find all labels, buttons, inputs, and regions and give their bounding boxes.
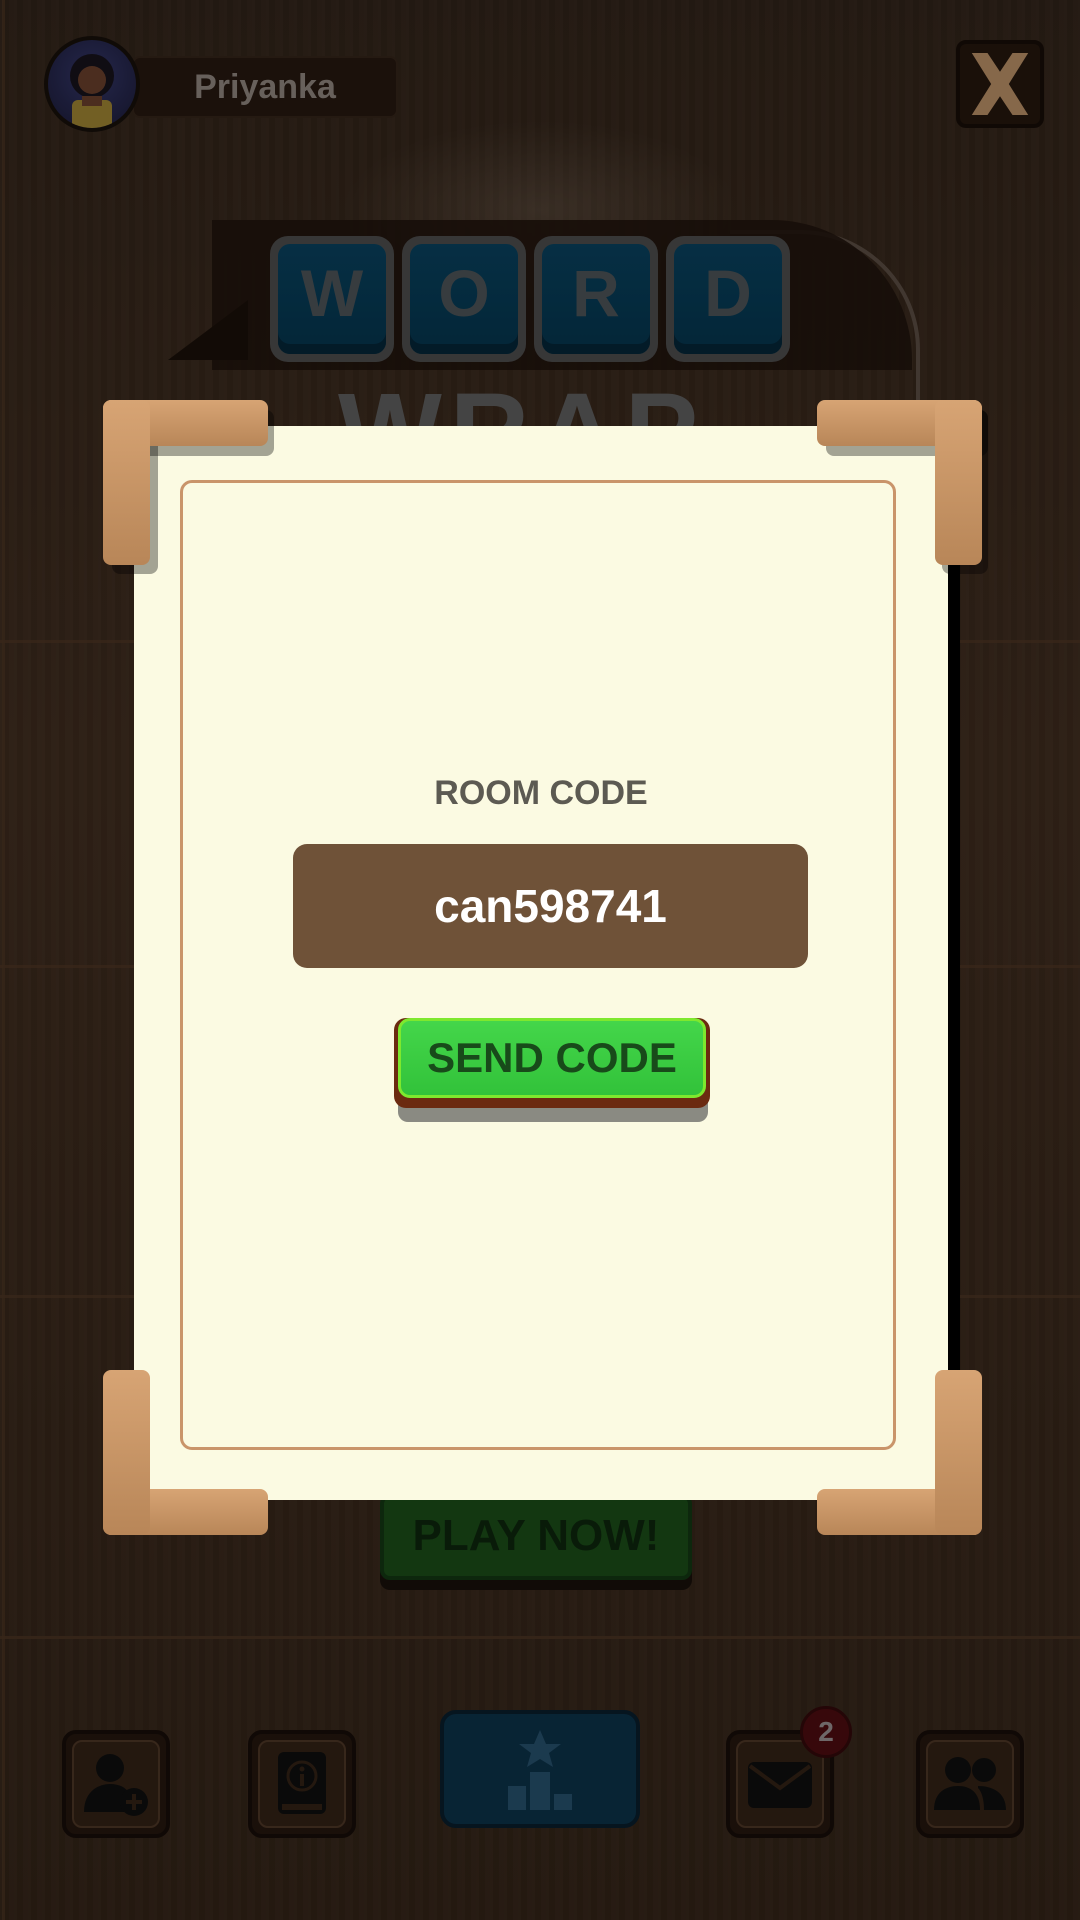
corner-bracket (103, 400, 150, 565)
corner-bracket (935, 1370, 982, 1535)
corner-bracket (935, 400, 982, 565)
send-code-label: SEND CODE (398, 1018, 706, 1098)
room-code-value[interactable]: can598741 (293, 844, 808, 968)
corner-bracket (103, 1370, 150, 1535)
room-code-label: ROOM CODE (434, 774, 648, 812)
send-code-button[interactable]: SEND CODE (394, 1018, 710, 1108)
